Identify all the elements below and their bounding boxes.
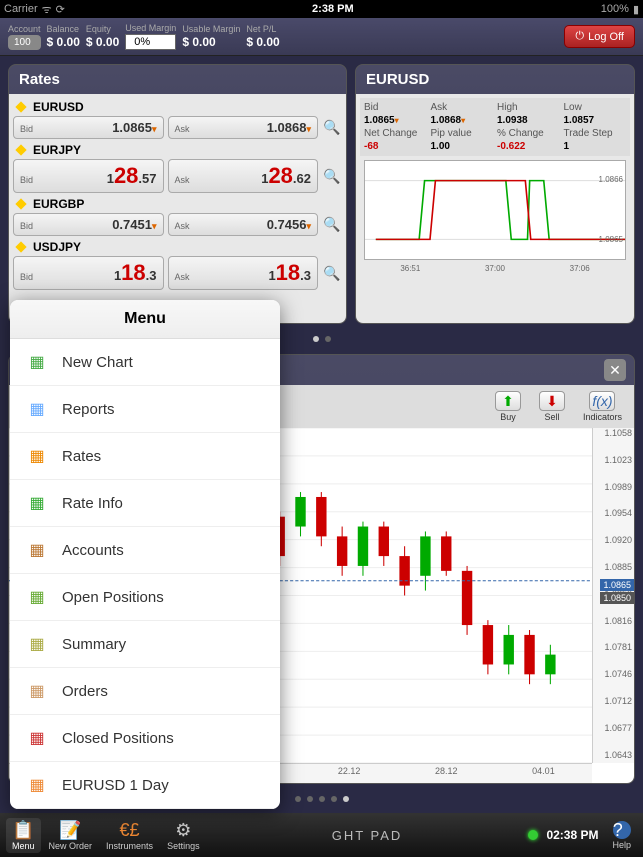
menu-title: Menu <box>10 300 280 339</box>
loading-icon: ⟳ <box>56 3 65 16</box>
equity-value: $ 0.00 <box>86 35 119 49</box>
menu-item-icon: ▦ <box>24 631 50 657</box>
account-label: Account <box>8 24 41 34</box>
ios-status-bar: Carrier ᯤ ⟳ 2:38 PM 100% ▮ <box>0 0 643 18</box>
bid-box[interactable]: Bid128.57 <box>13 159 164 193</box>
bid-box[interactable]: Bid1.0865▾ <box>13 116 164 139</box>
bottom-time: 02:38 PM <box>546 828 598 842</box>
mini-chart: 1.0866 1.0865 <box>364 160 626 260</box>
diamond-icon <box>15 198 26 209</box>
battery-percent: 100% <box>601 3 629 15</box>
new-order-icon: 📝 <box>59 820 81 840</box>
diamond-icon <box>15 241 26 252</box>
menu-item-icon: ▦ <box>24 443 50 469</box>
close-chart-button[interactable]: ✕ <box>604 359 626 381</box>
ask-box[interactable]: Ask0.7456▾ <box>168 213 319 236</box>
menu-item-icon: ▦ <box>24 584 50 610</box>
buy-button[interactable]: ⬆ Buy <box>489 389 527 424</box>
menu-item-icon: ▦ <box>24 725 50 751</box>
menu-item-rate-info[interactable]: ▦ Rate Info <box>10 480 280 527</box>
diamond-icon <box>15 101 26 112</box>
arrow-up-icon: ⬆ <box>495 391 521 411</box>
fx-icon: f(x) <box>589 391 615 411</box>
account-number-badge[interactable]: 100 <box>8 35 41 50</box>
instruments-icon: €£ <box>120 820 140 840</box>
rate-pair-eurusd: EURUSD Bid1.0865▾ Ask1.0868▾ 🔍 <box>13 98 342 139</box>
menu-item-icon: ▦ <box>24 349 50 375</box>
new-order-tab[interactable]: 📝 New Order <box>43 818 99 853</box>
menu-item-summary[interactable]: ▦ Summary <box>10 621 280 668</box>
rate-pair-usdjpy: USDJPY Bid118.3 Ask118.3 🔍 <box>13 238 342 290</box>
power-icon: ⏻ <box>575 30 584 43</box>
wifi-icon: ᯤ <box>42 2 52 17</box>
bid-box[interactable]: Bid118.3 <box>13 256 164 290</box>
detail-title: EURUSD <box>356 65 634 94</box>
carrier-label: Carrier <box>4 3 38 15</box>
menu-item-icon: ▦ <box>24 678 50 704</box>
connection-led <box>528 830 538 840</box>
magnify-icon[interactable]: 🔍 <box>322 168 342 185</box>
magnify-icon[interactable]: 🔍 <box>322 119 342 136</box>
menu-item-reports[interactable]: ▦ Reports <box>10 386 280 433</box>
balance-value: $ 0.00 <box>47 35 80 49</box>
instruments-tab[interactable]: €£ Instruments <box>100 818 159 853</box>
rate-pair-eurgbp: EURGBP Bid0.7451▾ Ask0.7456▾ 🔍 <box>13 195 342 236</box>
menu-item-icon: ▦ <box>24 396 50 422</box>
sell-button[interactable]: ⬇ Sell <box>533 389 571 424</box>
indicators-button[interactable]: f(x) Indicators <box>577 389 628 424</box>
menu-item-closed-positions[interactable]: ▦ Closed Positions <box>10 715 280 762</box>
magnify-icon[interactable]: 🔍 <box>322 265 342 282</box>
settings-tab[interactable]: ⚙ Settings <box>161 818 206 853</box>
ask-box[interactable]: Ask128.62 <box>168 159 319 193</box>
rate-pair-eurjpy: EURJPY Bid128.57 Ask128.62 🔍 <box>13 141 342 193</box>
menu-item-accounts[interactable]: ▦ Accounts <box>10 527 280 574</box>
account-header: Account 100 Balance $ 0.00 Equity $ 0.00… <box>0 18 643 56</box>
gear-icon: ⚙ <box>175 820 191 840</box>
menu-item-orders[interactable]: ▦ Orders <box>10 668 280 715</box>
diamond-icon <box>15 144 26 155</box>
status-time: 2:38 PM <box>312 3 354 15</box>
menu-item-icon: ▦ <box>24 490 50 516</box>
logoff-button[interactable]: ⏻ Log Off <box>564 25 635 48</box>
help-button[interactable]: ? Help <box>606 819 637 852</box>
brand-label: GHT PAD <box>208 828 527 843</box>
instrument-detail-panel: EURUSD BidAskHighLow1.0865▾1.0868▾1.0938… <box>355 64 635 324</box>
netpl-value: $ 0.00 <box>246 35 279 49</box>
ask-box[interactable]: Ask118.3 <box>168 256 319 290</box>
menu-tab[interactable]: 📋 Menu <box>6 818 41 853</box>
rates-title: Rates <box>9 65 346 94</box>
menu-item-icon: ▦ <box>24 537 50 563</box>
rates-panel: Rates EURUSD Bid1.0865▾ Ask1.0868▾ 🔍 EUR… <box>8 64 347 324</box>
menu-popover: Menu ▦ New Chart ▦ Reports ▦ Rates ▦ Rat… <box>10 300 280 809</box>
bid-box[interactable]: Bid0.7451▾ <box>13 213 164 236</box>
bottom-toolbar: 📋 Menu 📝 New Order €£ Instruments ⚙ Sett… <box>0 813 643 857</box>
menu-item-new-chart[interactable]: ▦ New Chart <box>10 339 280 386</box>
used-margin-value: 0% <box>125 34 176 50</box>
arrow-down-icon: ⬇ <box>539 391 565 411</box>
menu-icon: 📋 <box>12 820 34 840</box>
battery-icon: ▮ <box>633 3 639 16</box>
menu-item-open-positions[interactable]: ▦ Open Positions <box>10 574 280 621</box>
menu-item-eurusd-1-day[interactable]: ▦ EURUSD 1 Day <box>10 762 280 809</box>
ask-box[interactable]: Ask1.0868▾ <box>168 116 319 139</box>
magnify-icon[interactable]: 🔍 <box>322 216 342 233</box>
help-icon: ? <box>613 821 631 839</box>
usable-margin-value: $ 0.00 <box>182 35 240 49</box>
menu-item-rates[interactable]: ▦ Rates <box>10 433 280 480</box>
menu-item-icon: ▦ <box>24 772 50 798</box>
